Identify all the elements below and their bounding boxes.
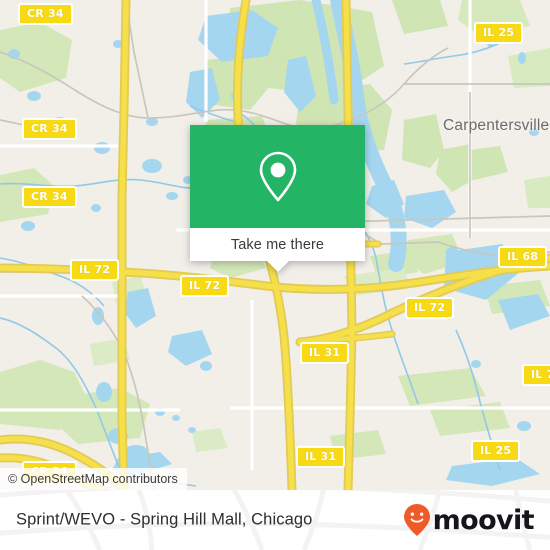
map-canvas[interactable]: Carpentersville CR 34 IL 25 CR 34 CR 34 … bbox=[0, 0, 550, 490]
road-shield-il72-right: IL 72 bbox=[405, 297, 455, 319]
road-shield-il25-top: IL 25 bbox=[474, 22, 524, 44]
road-shield-cr34-top: CR 34 bbox=[18, 3, 73, 25]
map-attribution[interactable]: © OpenStreetMap contributors bbox=[0, 468, 187, 490]
road-shield-cr34-lower: CR 34 bbox=[22, 186, 77, 208]
footer-bar: Sprint/WEVO - Spring Hill Mall, Chicago … bbox=[0, 490, 550, 550]
moovit-brand-logo[interactable]: moovit bbox=[402, 503, 535, 537]
location-popup-card[interactable]: Take me there bbox=[190, 125, 365, 272]
road-shield-il72-edge: IL 72 bbox=[522, 364, 550, 386]
road-shield-il25-lower: IL 25 bbox=[471, 440, 521, 462]
popup-header bbox=[190, 125, 365, 228]
road-shield-il31-lower: IL 31 bbox=[296, 446, 346, 468]
take-me-there-label: Take me there bbox=[230, 236, 325, 253]
moovit-wordmark: moovit bbox=[432, 504, 535, 536]
map-pin-icon bbox=[259, 151, 296, 201]
road-shield-il68: IL 68 bbox=[498, 246, 548, 268]
page-title: Sprint/WEVO - Spring Hill Mall, Chicago bbox=[16, 510, 313, 529]
road-shield-cr34-mid: CR 34 bbox=[22, 118, 77, 140]
moovit-pin-smile-icon bbox=[403, 504, 430, 536]
road-shield-il72-left: IL 72 bbox=[70, 259, 120, 281]
road-shield-il72-center: IL 72 bbox=[180, 275, 230, 297]
place-label-carpentersville: Carpentersville bbox=[443, 117, 550, 134]
popup-pointer-arrow bbox=[266, 261, 289, 272]
map-page: Carpentersville CR 34 IL 25 CR 34 CR 34 … bbox=[0, 0, 550, 550]
road-shield-il31-upper: IL 31 bbox=[300, 342, 350, 364]
take-me-there-button[interactable]: Take me there bbox=[190, 228, 365, 272]
